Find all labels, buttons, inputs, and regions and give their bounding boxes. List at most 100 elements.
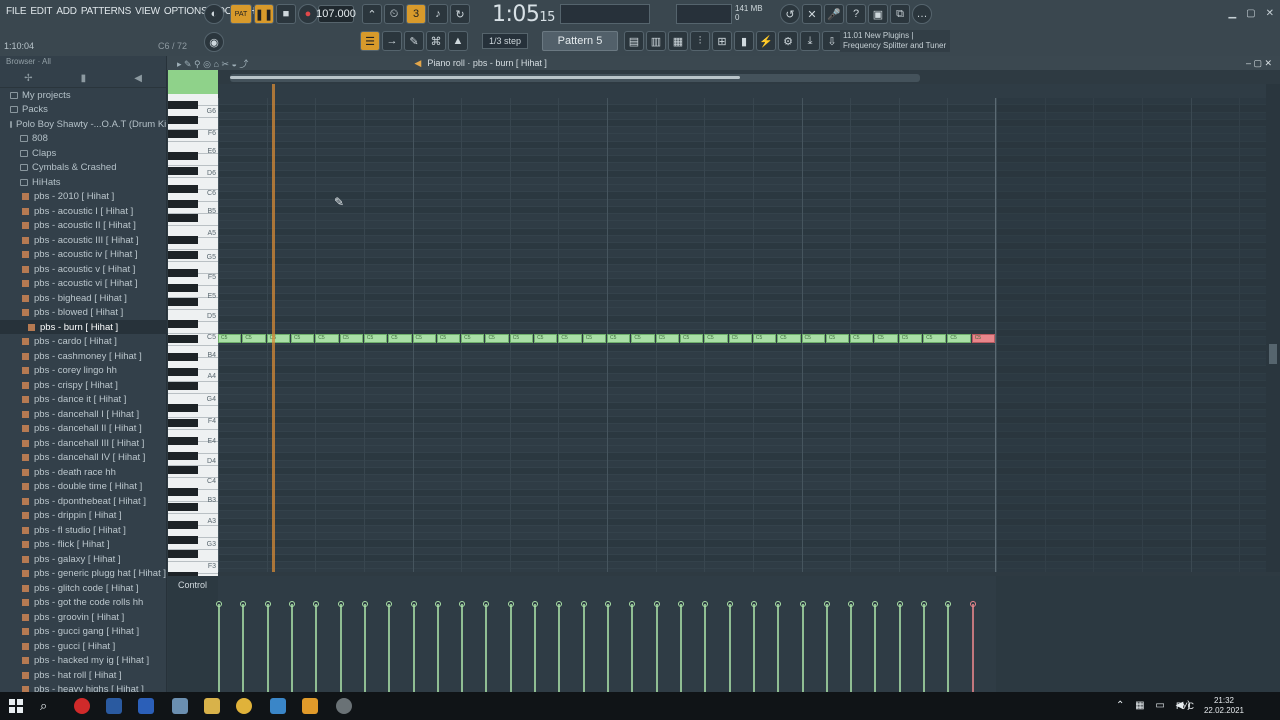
velocity-handle[interactable] bbox=[750, 601, 757, 607]
velocity-bar[interactable] bbox=[315, 604, 318, 692]
piano-black-key[interactable] bbox=[168, 437, 198, 446]
piano-black-key[interactable] bbox=[168, 550, 198, 559]
piano-black-key[interactable] bbox=[168, 451, 198, 460]
file-explorer-icon[interactable] bbox=[204, 698, 220, 714]
piano-black-key[interactable] bbox=[168, 418, 198, 427]
note-block[interactable]: C5 bbox=[728, 334, 752, 343]
browser-file-item[interactable]: pbs - hacked my ig [ Hihat ] bbox=[0, 654, 166, 668]
velocity-bar[interactable] bbox=[923, 604, 926, 692]
velocity-bar[interactable] bbox=[801, 604, 804, 692]
pattern-selector[interactable]: Pattern 5 bbox=[542, 31, 618, 51]
velocity-bar[interactable] bbox=[363, 604, 366, 692]
browser-file-item[interactable]: pbs - cashmoney [ Hihat ] bbox=[0, 349, 166, 363]
pattern-song-dial-icon[interactable]: ◐ bbox=[204, 4, 224, 24]
tempo-display[interactable]: 107.000 bbox=[316, 5, 356, 23]
piano-black-key[interactable] bbox=[168, 502, 198, 511]
playlist-view-icon[interactable]: ▤ bbox=[624, 31, 644, 51]
piano-roll-tools[interactable]: ▸ ✎ ⚲ ◎ ⌂ ✂ ◒ ⤴ bbox=[177, 57, 248, 70]
fl-studio-icon[interactable] bbox=[302, 698, 318, 714]
piano-black-key[interactable] bbox=[168, 101, 198, 110]
steam-icon[interactable] bbox=[270, 698, 286, 714]
menu-add[interactable]: ADD bbox=[54, 6, 79, 17]
browser-folder-item[interactable]: Cymbals & Crashed bbox=[0, 161, 166, 175]
link-icon[interactable]: ⌘ bbox=[426, 31, 446, 51]
note-block[interactable]: C5 bbox=[679, 334, 704, 343]
chrome-icon[interactable] bbox=[236, 698, 252, 714]
velocity-bar[interactable] bbox=[850, 604, 853, 692]
browser-file-item[interactable]: pbs - gucci gang [ Hihat ] bbox=[0, 625, 166, 639]
chat-icon[interactable]: … bbox=[912, 4, 932, 24]
browser-file-item[interactable]: pbs - acoustic iv [ Hihat ] bbox=[0, 248, 166, 262]
browser-file-item[interactable]: pbs - gucci [ Hihat ] bbox=[0, 639, 166, 653]
piano-black-key[interactable] bbox=[168, 521, 198, 530]
plugin-db-icon[interactable]: ▮ bbox=[734, 31, 754, 51]
velocity-handle[interactable] bbox=[507, 601, 514, 607]
menu-patterns[interactable]: PATTERNS bbox=[79, 6, 133, 17]
stop-button[interactable]: ■ bbox=[276, 4, 296, 24]
close-icon[interactable]: ✕ bbox=[1266, 8, 1274, 19]
wait-input-icon[interactable]: ⏲ bbox=[384, 4, 404, 24]
browser-view-icon[interactable]: ⊞ bbox=[712, 31, 732, 51]
velocity-bar[interactable] bbox=[655, 604, 658, 692]
velocity-bar[interactable] bbox=[728, 604, 731, 692]
velocity-bar[interactable] bbox=[679, 604, 682, 692]
browser-file-item[interactable]: pbs - got the code rolls hh bbox=[0, 596, 166, 610]
note-block[interactable]: C5 bbox=[412, 334, 436, 343]
note-block[interactable]: C5 bbox=[242, 334, 266, 343]
plug-icon[interactable]: ⚡ bbox=[756, 31, 776, 51]
note-block[interactable]: C5 bbox=[558, 334, 582, 343]
velocity-handle[interactable] bbox=[361, 601, 368, 607]
note-block[interactable]: C5 bbox=[485, 334, 509, 343]
velocity-handle[interactable] bbox=[337, 601, 344, 607]
piano-black-key[interactable] bbox=[168, 283, 198, 292]
browser-file-item[interactable]: pbs - fl studio [ Hihat ] bbox=[0, 523, 166, 537]
browser-file-item[interactable]: pbs - acoustic III [ Hihat ] bbox=[0, 233, 166, 247]
metronome-icon[interactable]: ⌃ bbox=[362, 4, 382, 24]
note-block[interactable]: C5 bbox=[923, 334, 947, 343]
arrow-icon[interactable]: → bbox=[382, 31, 402, 51]
note-block[interactable]: C5 bbox=[339, 334, 363, 343]
windows-start-icon[interactable] bbox=[8, 698, 24, 714]
note-block[interactable]: C5 bbox=[898, 334, 923, 343]
horizontal-scrollbar[interactable] bbox=[230, 74, 920, 82]
velocity-bar[interactable] bbox=[485, 604, 488, 692]
plugin-icon[interactable]: ⧉ bbox=[890, 4, 910, 24]
browser-folder-item[interactable]: 808 bbox=[0, 132, 166, 146]
velocity-bar[interactable] bbox=[558, 604, 561, 692]
note-block[interactable]: C5 bbox=[509, 334, 534, 343]
browser-folder-item[interactable]: Claps bbox=[0, 146, 166, 160]
velocity-handle[interactable] bbox=[799, 601, 806, 607]
piano-black-key[interactable] bbox=[168, 320, 198, 328]
app-icon[interactable] bbox=[172, 698, 188, 714]
tray-icons[interactable]: ⌃ ▦ ▭ ◀) bbox=[1116, 700, 1195, 711]
pat-mode-button[interactable]: PAT bbox=[230, 4, 252, 24]
velocity-bar[interactable] bbox=[898, 604, 901, 692]
velocity-bar[interactable] bbox=[825, 604, 828, 692]
control-lane[interactable] bbox=[168, 576, 1280, 692]
piano-black-key[interactable] bbox=[168, 382, 198, 391]
browser-file-item[interactable]: pbs - acoustic I [ Hihat ] bbox=[0, 204, 166, 218]
note-block[interactable]: C5 bbox=[874, 334, 898, 343]
photoshop-icon[interactable] bbox=[106, 698, 122, 714]
note-block[interactable]: C5 bbox=[461, 334, 485, 343]
piano-black-key[interactable] bbox=[168, 535, 198, 544]
browser-speaker-icon[interactable]: ◀ bbox=[134, 73, 142, 84]
piano-black-key[interactable] bbox=[168, 185, 198, 194]
blend-notes-icon[interactable]: ♪ bbox=[428, 4, 448, 24]
piano-black-key[interactable] bbox=[168, 152, 198, 160]
control-label[interactable]: Control bbox=[178, 580, 207, 590]
velocity-bar[interactable] bbox=[582, 604, 585, 692]
browser-file-item[interactable]: pbs - burn [ Hihat ] bbox=[0, 320, 166, 334]
velocity-bar[interactable] bbox=[947, 604, 950, 692]
velocity-bar[interactable] bbox=[266, 604, 269, 692]
note-block[interactable]: C5 bbox=[704, 334, 728, 343]
news-panel[interactable]: 11.01 New Plugins | Frequency Splitter a… bbox=[840, 30, 950, 52]
piano-black-key[interactable] bbox=[168, 250, 198, 259]
piano-roll-view-icon[interactable]: ▥ bbox=[646, 31, 666, 51]
velocity-bar[interactable] bbox=[874, 604, 877, 692]
piano-black-key[interactable] bbox=[168, 404, 198, 412]
piano-black-key[interactable] bbox=[168, 166, 198, 175]
velocity-bar[interactable] bbox=[218, 604, 220, 692]
browser-file-item[interactable]: pbs - groovin [ Hihat ] bbox=[0, 610, 166, 624]
record-button[interactable]: ● bbox=[298, 4, 318, 24]
